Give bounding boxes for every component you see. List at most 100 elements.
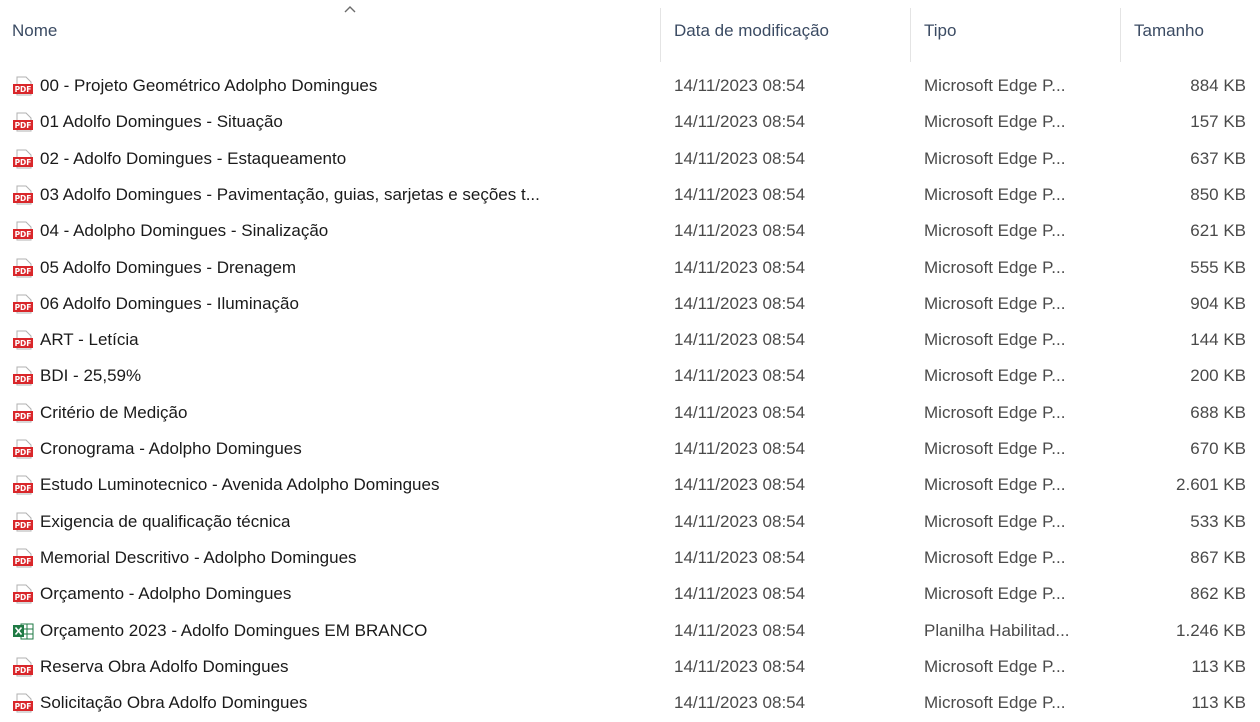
file-name-cell[interactable]: PDF Critério de Medição bbox=[12, 395, 662, 431]
pdf-file-icon: PDF bbox=[12, 111, 34, 133]
file-name: 06 Adolfo Domingues - Iluminação bbox=[40, 293, 299, 313]
file-size: 850 KB bbox=[1190, 184, 1246, 204]
file-row[interactable]: PDF Reserva Obra Adolfo Domingues 14/11/20… bbox=[0, 649, 1260, 685]
column-divider[interactable] bbox=[1120, 8, 1121, 62]
svg-text:PDF: PDF bbox=[15, 375, 32, 384]
file-row[interactable]: PDF Memorial Descritivo - Adolpho Domingu… bbox=[0, 540, 1260, 576]
file-name: 00 - Projeto Geométrico Adolpho Domingue… bbox=[40, 76, 378, 95]
pdf-file-icon: PDF bbox=[12, 293, 34, 315]
file-name-cell[interactable]: PDF Orçamento - Adolpho Domingues bbox=[12, 576, 662, 612]
file-name-cell[interactable]: PDF 05 Adolfo Domingues - Drenagem bbox=[12, 250, 662, 286]
file-name-cell[interactable]: PDF Estudo Luminotecnico - Avenida Adolph… bbox=[12, 467, 662, 503]
file-row[interactable]: PDF ART - Letícia 14/11/2023 08:54 Microsof… bbox=[0, 322, 1260, 358]
file-name-cell[interactable]: PDF 06 Adolfo Domingues - Iluminação bbox=[12, 286, 662, 322]
file-name-cell[interactable]: PDF Cronograma - Adolpho Domingues bbox=[12, 431, 662, 467]
file-name: BDI - 25,59% bbox=[40, 366, 142, 386]
file-row[interactable]: PDF 04 - Adolpho Domingues - Sinalização 1… bbox=[0, 213, 1260, 249]
file-date: 14/11/2023 08:54 bbox=[674, 584, 806, 604]
svg-text:PDF: PDF bbox=[15, 448, 32, 457]
file-row[interactable]: PDF Exigencia de qualificação técnica 14/1… bbox=[0, 504, 1260, 540]
file-name-cell[interactable]: PDF Solicitação Obra Adolfo Domingues bbox=[12, 685, 662, 721]
file-date: 14/11/2023 08:54 bbox=[674, 293, 806, 313]
pdf-file-icon: PDF bbox=[12, 148, 34, 170]
file-name: 01 Adolfo Domingues - Situação bbox=[40, 112, 283, 132]
pdf-file-icon: PDF bbox=[12, 402, 34, 424]
file-size: 621 KB bbox=[1190, 221, 1246, 241]
column-header-type[interactable]: Tipo bbox=[912, 0, 1120, 62]
file-date: 14/11/2023 08:54 bbox=[674, 148, 806, 168]
file-name-cell[interactable]: PDF BDI - 25,59% bbox=[12, 358, 662, 394]
pdf-file-icon: PDF bbox=[12, 220, 34, 242]
svg-text:PDF: PDF bbox=[15, 158, 32, 167]
file-size: 637 KB bbox=[1190, 148, 1246, 168]
file-type: Microsoft Edge P... bbox=[924, 693, 1066, 713]
column-header-date[interactable]: Data de modificação bbox=[662, 0, 910, 62]
file-row[interactable]: PDF Solicitação Obra Adolfo Domingues 14/1… bbox=[0, 685, 1260, 721]
file-row[interactable]: Orçamento 2023 - Adolfo Domingues EM BRA… bbox=[0, 613, 1260, 649]
file-name: Estudo Luminotecnico - Avenida Adolpho D… bbox=[40, 475, 440, 495]
column-divider[interactable] bbox=[660, 8, 661, 62]
file-date: 14/11/2023 08:54 bbox=[674, 475, 806, 495]
pdf-file-icon: PDF bbox=[12, 511, 34, 533]
file-type: Microsoft Edge P... bbox=[924, 366, 1066, 386]
column-divider[interactable] bbox=[910, 8, 911, 62]
file-type: Microsoft Edge P... bbox=[924, 656, 1066, 676]
file-size: 867 KB bbox=[1190, 547, 1246, 567]
file-name: 03 Adolfo Domingues - Pavimentação, guia… bbox=[40, 184, 540, 204]
file-row[interactable]: PDF 05 Adolfo Domingues - Drenagem 14/11/2… bbox=[0, 250, 1260, 286]
file-date: 14/11/2023 08:54 bbox=[674, 656, 806, 676]
file-date: 14/11/2023 08:54 bbox=[674, 693, 806, 713]
column-header-size[interactable]: Tamanho bbox=[1122, 0, 1260, 62]
file-row[interactable]: PDF Orçamento - Adolpho Domingues 14/11/20… bbox=[0, 576, 1260, 612]
column-header-name[interactable]: Nome bbox=[0, 0, 660, 62]
column-header-type-label: Tipo bbox=[924, 21, 957, 40]
file-type: Microsoft Edge P... bbox=[924, 148, 1066, 168]
svg-text:PDF: PDF bbox=[15, 484, 32, 493]
pdf-file-icon: PDF bbox=[12, 184, 34, 206]
file-name: Exigencia de qualificação técnica bbox=[40, 511, 291, 531]
svg-text:PDF: PDF bbox=[15, 85, 32, 94]
file-name-cell[interactable]: Orçamento 2023 - Adolfo Domingues EM BRA… bbox=[12, 613, 662, 649]
svg-text:PDF: PDF bbox=[15, 593, 32, 602]
file-name-cell[interactable]: PDF 03 Adolfo Domingues - Pavimentação, g… bbox=[12, 177, 662, 213]
file-type: Microsoft Edge P... bbox=[924, 402, 1066, 422]
file-row[interactable]: PDF Cronograma - Adolpho Domingues 14/11/2… bbox=[0, 431, 1260, 467]
file-row[interactable]: PDF 03 Adolfo Domingues - Pavimentação, g… bbox=[0, 177, 1260, 213]
file-row[interactable]: PDF 00 - Projeto Geométrico Adolpho Domin… bbox=[0, 68, 1260, 104]
pdf-file-icon: PDF bbox=[12, 656, 34, 678]
pdf-file-icon: PDF bbox=[12, 692, 34, 714]
pdf-file-icon: PDF bbox=[12, 257, 34, 279]
file-name-cell[interactable]: PDF 02 - Adolfo Domingues - Estaqueamento bbox=[12, 141, 662, 177]
file-name-cell[interactable]: PDF 00 - Projeto Geométrico Adolpho Domin… bbox=[12, 68, 662, 104]
file-size: 533 KB bbox=[1190, 511, 1246, 531]
file-name-cell[interactable]: PDF 04 - Adolpho Domingues - Sinalização bbox=[12, 213, 662, 249]
file-row[interactable]: PDF 06 Adolfo Domingues - Iluminação 14/11… bbox=[0, 286, 1260, 322]
file-row[interactable]: PDF BDI - 25,59% 14/11/2023 08:54 Microsoft… bbox=[0, 358, 1260, 394]
svg-text:PDF: PDF bbox=[15, 702, 32, 711]
file-row[interactable]: PDF Estudo Luminotecnico - Avenida Adolph… bbox=[0, 467, 1260, 503]
file-name-cell[interactable]: PDF ART - Letícia bbox=[12, 322, 662, 358]
file-type: Microsoft Edge P... bbox=[924, 257, 1066, 277]
file-date: 14/11/2023 08:54 bbox=[674, 257, 806, 277]
file-date: 14/11/2023 08:54 bbox=[674, 620, 806, 640]
file-name: 02 - Adolfo Domingues - Estaqueamento bbox=[40, 148, 347, 168]
file-name-cell[interactable]: PDF 01 Adolfo Domingues - Situação bbox=[12, 104, 662, 140]
file-date: 14/11/2023 08:54 bbox=[674, 511, 806, 531]
file-name-cell[interactable]: PDF Exigencia de qualificação técnica bbox=[12, 504, 662, 540]
file-row[interactable]: PDF 01 Adolfo Domingues - Situação 14/11/2… bbox=[0, 104, 1260, 140]
column-header-size-label: Tamanho bbox=[1134, 21, 1204, 40]
spreadsheet-file-icon bbox=[12, 620, 34, 642]
file-date: 14/11/2023 08:54 bbox=[674, 184, 806, 204]
svg-text:PDF: PDF bbox=[15, 521, 32, 530]
column-header-name-label: Nome bbox=[12, 21, 58, 40]
file-date: 14/11/2023 08:54 bbox=[674, 221, 806, 241]
file-row[interactable]: PDF 02 - Adolfo Domingues - Estaqueamento… bbox=[0, 141, 1260, 177]
file-name-cell[interactable]: PDF Memorial Descritivo - Adolpho Domingu… bbox=[12, 540, 662, 576]
file-row[interactable]: PDF Critério de Medição 14/11/2023 08:54 Mi… bbox=[0, 395, 1260, 431]
file-size: 113 KB bbox=[1191, 693, 1246, 713]
file-size: 884 KB bbox=[1190, 76, 1246, 95]
file-name-cell[interactable]: PDF Reserva Obra Adolfo Domingues bbox=[12, 649, 662, 685]
file-date: 14/11/2023 08:54 bbox=[674, 330, 806, 350]
file-name: Reserva Obra Adolfo Domingues bbox=[40, 656, 289, 676]
file-name: Solicitação Obra Adolfo Domingues bbox=[40, 693, 308, 713]
